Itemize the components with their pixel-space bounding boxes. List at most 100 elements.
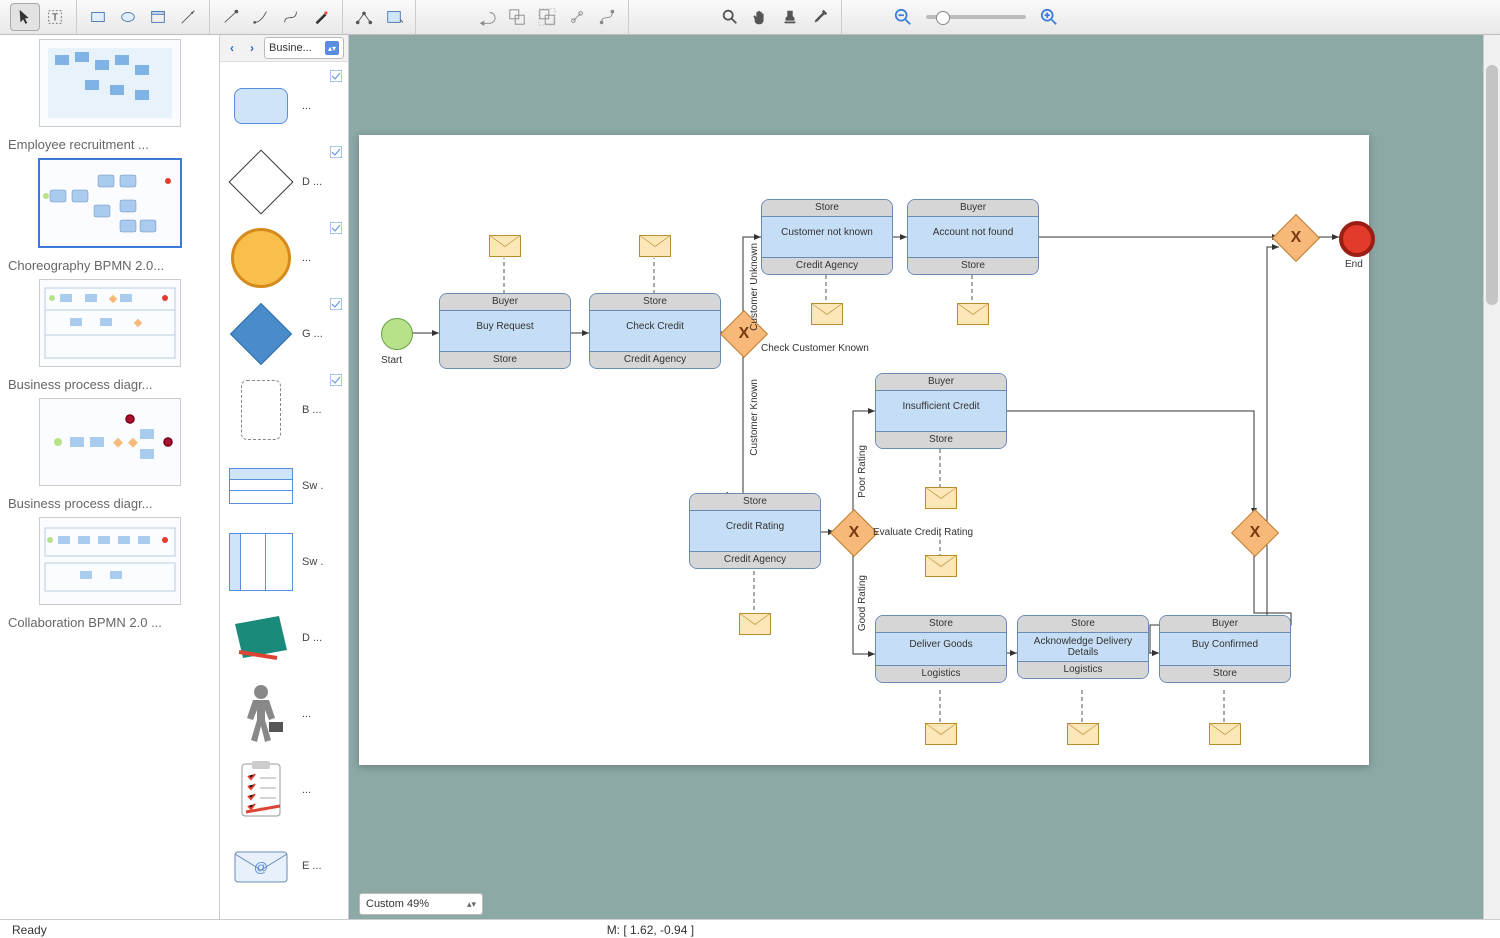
shape-swimlane-h[interactable]: Sw . bbox=[220, 448, 348, 524]
page-label-0: Employee recruitment ... bbox=[8, 137, 211, 152]
eyedropper-tool[interactable] bbox=[805, 3, 835, 31]
task-buy-request[interactable]: Buyer Buy Request Store bbox=[439, 293, 571, 369]
stepper-icon: ▴▾ bbox=[467, 899, 476, 910]
end-event[interactable] bbox=[1339, 221, 1375, 257]
shape-boundary[interactable]: B ... bbox=[220, 372, 348, 448]
library-select[interactable]: Busine... ▴▾ bbox=[264, 37, 344, 59]
check-icon bbox=[330, 374, 342, 386]
canvas-area[interactable]: Start Buyer Buy Request Store Store Chec… bbox=[349, 35, 1500, 919]
task-acknowledge-delivery[interactable]: Store Acknowledge Delivery Details Logis… bbox=[1017, 615, 1149, 679]
message-icon bbox=[957, 303, 989, 325]
lib-forward-button[interactable]: › bbox=[244, 38, 260, 58]
status-mouse: M: [ 1.62, -0.94 ] bbox=[607, 923, 694, 937]
shape-gateway[interactable]: G ... bbox=[220, 296, 348, 372]
pages-panel: Employee recruitment ... Choreography BP… bbox=[0, 35, 220, 919]
message-icon bbox=[811, 303, 843, 325]
status-ready: Ready bbox=[12, 923, 47, 937]
zoom-out-icon[interactable] bbox=[888, 3, 918, 31]
start-event[interactable] bbox=[381, 318, 413, 350]
vertical-scrollbar[interactable] bbox=[1483, 35, 1500, 919]
hand-tool[interactable] bbox=[745, 3, 775, 31]
detach-icon[interactable] bbox=[562, 3, 592, 31]
check-icon bbox=[330, 222, 342, 234]
diagram-canvas[interactable]: Start Buyer Buy Request Store Store Chec… bbox=[359, 135, 1369, 765]
task-buy-confirmed[interactable]: Buyer Buy Confirmed Store bbox=[1159, 615, 1291, 683]
edge-label: Customer Known bbox=[749, 379, 760, 456]
gateway-merge-rating[interactable]: X bbox=[1231, 509, 1279, 557]
page-thumb-3[interactable] bbox=[39, 398, 181, 486]
undo-icon[interactable] bbox=[472, 3, 502, 31]
start-label: Start bbox=[381, 355, 402, 366]
task-credit-rating[interactable]: Store Credit Rating Credit Agency bbox=[689, 493, 821, 569]
shape-diamond[interactable]: D ... bbox=[220, 144, 348, 220]
message-icon bbox=[925, 723, 957, 745]
page-label-1: Choreography BPMN 2.0... bbox=[8, 258, 211, 273]
library-select-label: Busine... bbox=[269, 42, 312, 54]
text-tool[interactable]: T bbox=[40, 3, 70, 31]
shape-actor[interactable]: ... bbox=[220, 676, 348, 752]
message-icon bbox=[1209, 723, 1241, 745]
shape-task[interactable]: ... bbox=[220, 68, 348, 144]
pen-tool[interactable] bbox=[306, 3, 336, 31]
task-account-not-found[interactable]: Buyer Account not found Store bbox=[907, 199, 1039, 275]
message-icon bbox=[925, 487, 957, 509]
shape-swimlane-v[interactable]: Sw . bbox=[220, 524, 348, 600]
edge-label: Good Rating bbox=[857, 575, 868, 631]
ellipse-tool[interactable] bbox=[113, 3, 143, 31]
stamp-tool[interactable] bbox=[775, 3, 805, 31]
page-thumb-4[interactable] bbox=[39, 517, 181, 605]
zoom-slider[interactable] bbox=[926, 15, 1026, 19]
gateway-label: Evaluate Credit Rating bbox=[873, 527, 973, 538]
check-icon bbox=[330, 298, 342, 310]
connector-2[interactable] bbox=[246, 3, 276, 31]
message-icon bbox=[1067, 723, 1099, 745]
shape-clipboard[interactable]: ... bbox=[220, 752, 348, 828]
edge-label: Customer Unknown bbox=[749, 243, 760, 331]
shape-list: ... D ... ... G ... B ... Sw . Sw . D ..… bbox=[220, 62, 348, 919]
message-icon bbox=[925, 555, 957, 577]
task-deliver-goods[interactable]: Store Deliver Goods Logistics bbox=[875, 615, 1007, 683]
status-bar: Ready M: [ 1.62, -0.94 ] bbox=[0, 919, 1500, 938]
message-icon bbox=[739, 613, 771, 635]
edge-label: Poor Rating bbox=[857, 445, 868, 498]
page-thumb-1[interactable] bbox=[38, 158, 182, 248]
zoom-select[interactable]: Custom 49%▴▾ bbox=[359, 893, 483, 915]
shape-data[interactable]: D ... bbox=[220, 600, 348, 676]
search-icon[interactable] bbox=[715, 3, 745, 31]
message-icon bbox=[639, 235, 671, 257]
task-insufficient-credit[interactable]: Buyer Insufficient Credit Store bbox=[875, 373, 1007, 449]
edit-points-tool[interactable] bbox=[349, 3, 379, 31]
pointer-tool[interactable] bbox=[10, 3, 40, 31]
message-icon bbox=[489, 235, 521, 257]
shape-circle[interactable]: ... bbox=[220, 220, 348, 296]
main-area: Employee recruitment ... Choreography BP… bbox=[0, 35, 1500, 919]
zoom-in-icon[interactable] bbox=[1034, 3, 1064, 31]
region-tool[interactable] bbox=[379, 3, 409, 31]
scrollbar-thumb[interactable] bbox=[1486, 65, 1498, 305]
container-tool[interactable] bbox=[143, 3, 173, 31]
group-icon[interactable] bbox=[532, 3, 562, 31]
rect-tool[interactable] bbox=[83, 3, 113, 31]
check-icon bbox=[330, 146, 342, 158]
page-thumb-2[interactable] bbox=[39, 279, 181, 367]
dropdown-icon: ▴▾ bbox=[325, 41, 339, 55]
task-check-credit[interactable]: Store Check Credit Credit Agency bbox=[589, 293, 721, 369]
gateway-credit-rating[interactable]: X bbox=[830, 509, 878, 557]
line-tool[interactable] bbox=[173, 3, 203, 31]
page-label-4: Collaboration BPMN 2.0 ... bbox=[8, 615, 211, 630]
gateway-label: Check Customer Known bbox=[761, 343, 869, 354]
shape-library-panel: ‹ › Busine... ▴▾ ... D ... ... G ... B ..… bbox=[220, 35, 349, 919]
ungroup-icon[interactable] bbox=[502, 3, 532, 31]
shape-email[interactable]: @E ... bbox=[220, 828, 348, 904]
check-icon bbox=[330, 70, 342, 82]
page-label-3: Business process diagr... bbox=[8, 496, 211, 511]
end-label: End bbox=[1345, 259, 1363, 270]
connector-3[interactable] bbox=[276, 3, 306, 31]
gateway-merge-end[interactable]: X bbox=[1272, 214, 1320, 262]
page-label-2: Business process diagr... bbox=[8, 377, 211, 392]
connector-1[interactable] bbox=[216, 3, 246, 31]
lib-back-button[interactable]: ‹ bbox=[224, 38, 240, 58]
task-customer-not-known[interactable]: Store Customer not known Credit Agency bbox=[761, 199, 893, 275]
reconnect-icon[interactable] bbox=[592, 3, 622, 31]
page-thumb-0[interactable] bbox=[39, 39, 181, 127]
